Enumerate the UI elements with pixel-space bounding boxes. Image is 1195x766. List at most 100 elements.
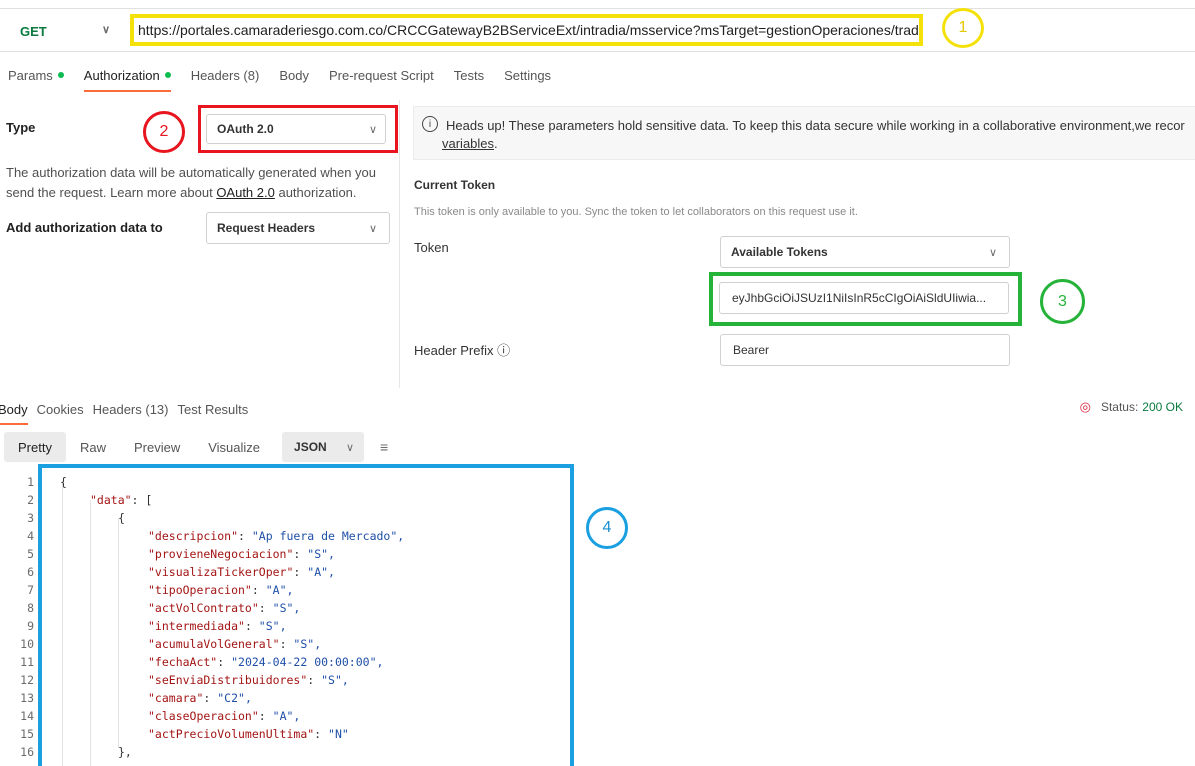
current-token-desc: This token is only available to you. Syn…: [414, 206, 858, 218]
tab-tests-label: Tests: [453, 67, 485, 83]
oauth-docs-link[interactable]: OAuth 2.0: [216, 185, 275, 200]
line-number: 11: [20, 655, 34, 669]
tab-pre-request-label: Pre-request Script: [328, 67, 434, 83]
code-line: 13 "camara": "C2",: [0, 689, 252, 707]
available-tokens-select[interactable]: Available Tokens ∨: [720, 236, 1010, 268]
request-bar: GET ∨ https://portales.camaraderiesgo.co…: [0, 8, 1195, 52]
tab-response-headers[interactable]: Headers (13): [93, 395, 169, 423]
callout-4: 4: [586, 507, 628, 549]
callout-1: 1: [942, 8, 984, 48]
code-line: 3{: [0, 509, 125, 527]
tab-cookies[interactable]: Cookies: [37, 395, 84, 423]
token-input[interactable]: eyJhbGciOiJSUzI1NiIsInR5cCIgOiAiSldUIiwi…: [719, 282, 1009, 314]
tab-test-results[interactable]: Test Results: [177, 395, 248, 423]
line-number: 3: [27, 511, 34, 525]
auth-desc-suffix: authorization.: [274, 185, 357, 200]
chevron-down-icon: ∨: [101, 24, 110, 36]
add-auth-label: Add authorization data to: [6, 220, 163, 235]
code-line: 4 "descripcion": "Ap fuera de Mercado",: [0, 527, 404, 545]
callout-2-label: 2: [159, 123, 169, 140]
line-number: 6: [27, 565, 34, 579]
token-field-highlight: eyJhbGciOiJSUzI1NiIsInR5cCIgOiAiSldUIiwi…: [709, 272, 1022, 326]
status-dot: [57, 72, 64, 78]
tab-response-body[interactable]: Body: [0, 395, 28, 425]
info-icon: i: [422, 116, 438, 132]
request-tabs: Params Authorization Headers (8) Body Pr…: [0, 60, 571, 92]
view-raw-button[interactable]: Raw: [66, 432, 120, 462]
code-line: 6 "visualizaTickerOper": "A",: [0, 563, 335, 581]
code-line: 2 "data": [: [0, 491, 152, 509]
tab-settings-label: Settings: [504, 67, 552, 83]
code-line: 7 "tipoOperacion": "A",: [0, 581, 293, 599]
chevron-down-icon: ∨: [345, 441, 355, 454]
response-highlight: [38, 464, 574, 766]
line-number: 4: [27, 529, 34, 543]
format-value: JSON: [294, 440, 327, 454]
status-value: 200 OK: [1142, 400, 1183, 414]
code-line: 5 "provieneNegociacion": "S",: [0, 545, 335, 563]
status-label: Status:: [1100, 400, 1139, 414]
tab-settings[interactable]: Settings: [504, 60, 551, 90]
tab-body[interactable]: Body: [279, 60, 309, 90]
notice-text: Heads up! These parameters hold sensitiv…: [446, 118, 1185, 133]
header-prefix-label: Header Prefix ⓘ: [414, 343, 511, 358]
auth-type-value: OAuth 2.0: [217, 122, 274, 136]
add-auth-select[interactable]: Request Headers ∨: [206, 212, 390, 244]
tab-headers[interactable]: Headers (8): [191, 60, 260, 90]
tab-body-label: Body: [279, 67, 309, 83]
auth-type-select[interactable]: OAuth 2.0 ∨: [206, 114, 386, 144]
tab-headers-label: Headers (8): [190, 67, 260, 83]
response-status: ◎ Status: 200 OK: [1080, 399, 1183, 415]
tab-params[interactable]: Params: [8, 60, 64, 90]
line-number: 9: [27, 619, 34, 633]
wrap-lines-icon[interactable]: ≡: [380, 439, 388, 455]
format-select[interactable]: JSON ∨: [282, 432, 365, 462]
line-number: 7: [27, 583, 34, 597]
line-number: 16: [20, 745, 34, 759]
tab-params-label: Params: [8, 67, 53, 83]
code-line: 10 "acumulaVolGeneral": "S",: [0, 635, 321, 653]
chevron-down-icon: ∨: [368, 123, 377, 136]
code-line: 8 "actVolContrato": "S",: [0, 599, 300, 617]
notice-link-wrap: variables.: [442, 136, 498, 151]
view-pretty-button[interactable]: Pretty: [4, 432, 66, 462]
available-tokens-value: Available Tokens: [731, 245, 828, 259]
line-number: 13: [20, 691, 34, 705]
callout-3-label: 3: [1058, 292, 1067, 310]
code-line: 15 "actPrecioVolumenUltima": "N": [0, 725, 349, 743]
tab-authorization[interactable]: Authorization: [83, 60, 171, 92]
line-number: 15: [20, 727, 34, 741]
chevron-down-icon: ∨: [368, 222, 377, 235]
auth-type-select-highlight: OAuth 2.0 ∨: [198, 105, 398, 153]
tab-authorization-label: Authorization: [83, 67, 160, 83]
token-label: Token: [414, 240, 449, 255]
url-text: https://portales.camaraderiesgo.com.co/C…: [138, 22, 923, 38]
line-number: 8: [27, 601, 34, 615]
code-line: 1{: [0, 473, 67, 491]
response-view-bar: Pretty Raw Preview Visualize JSON ∨ ≡: [0, 432, 388, 462]
view-visualize-button[interactable]: Visualize: [194, 432, 274, 462]
code-line: 14 "claseOperacion": "A",: [0, 707, 300, 725]
type-label: Type: [6, 120, 36, 135]
chevron-down-icon: ∨: [988, 246, 997, 259]
view-preview-button[interactable]: Preview: [120, 432, 194, 462]
line-number: 5: [27, 547, 34, 561]
auth-description: The authorization data will be automatic…: [6, 163, 386, 203]
callout-3: 3: [1040, 279, 1085, 324]
method-select[interactable]: GET ∨: [8, 15, 120, 47]
url-input[interactable]: https://portales.camaraderiesgo.com.co/C…: [130, 14, 923, 46]
sensitive-data-notice: i Heads up! These parameters hold sensit…: [413, 106, 1195, 160]
globe-icon[interactable]: ◎: [1080, 399, 1091, 415]
line-number: 10: [20, 637, 34, 651]
status-dot: [164, 72, 171, 78]
callout-2: 2: [143, 111, 185, 153]
header-prefix-input[interactable]: Bearer: [720, 334, 1010, 366]
code-line: 9 "intermediada": "S",: [0, 617, 286, 635]
callout-1-label: 1: [958, 19, 968, 36]
method-label: GET: [20, 23, 47, 39]
variables-link[interactable]: variables: [442, 136, 494, 151]
line-number: 2: [27, 493, 34, 507]
callout-4-label: 4: [602, 519, 612, 536]
tab-pre-request-script[interactable]: Pre-request Script: [329, 60, 434, 90]
tab-tests[interactable]: Tests: [454, 60, 484, 90]
